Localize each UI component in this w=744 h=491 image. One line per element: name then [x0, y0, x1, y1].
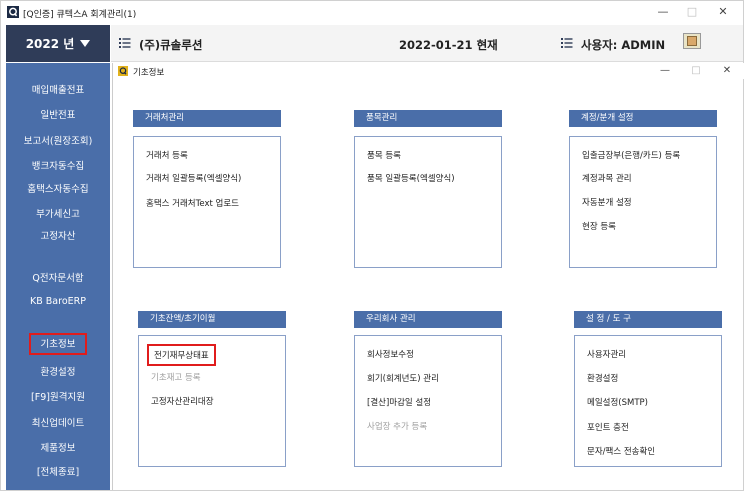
- sidebar: 매입매출전표 일반전표 보고서(원장조회) 뱅크자동수집 홈택스자동수집 부가세…: [6, 63, 110, 490]
- window-title: [Q인증] 큐텍스A 회계관리(1): [23, 10, 137, 20]
- sidebar-item-fixed-assets[interactable]: 고정자산: [6, 228, 110, 242]
- menu-mail-settings[interactable]: 메일설정(SMTP): [587, 396, 648, 408]
- inner-close-button[interactable]: ✕: [718, 64, 736, 78]
- panel-opening-balance: 전기재무상태표 기초재고 등록 고정자산관리대장: [138, 335, 286, 467]
- inner-title-bar: 기초정보 — □ ✕: [113, 63, 744, 79]
- menu-site-register[interactable]: 현장 등록: [582, 220, 616, 232]
- basic-info-window: 기초정보 — □ ✕ 거래처관리 거래처 등록 거래처 일괄등록(엑셀양식) 홈…: [112, 63, 744, 490]
- year-selector[interactable]: 2022 년: [6, 25, 110, 62]
- menu-hometax-customer-upload[interactable]: 홈택스 거래처Text 업로드: [146, 197, 239, 209]
- sidebar-item-settings[interactable]: 환경설정: [6, 364, 110, 378]
- user-profile-button[interactable]: [683, 33, 701, 49]
- title-bar: [Q인증] 큐텍스A 회계관리(1) — □ ✕: [1, 1, 743, 25]
- menu-customer-register[interactable]: 거래처 등록: [146, 149, 188, 161]
- menu-customer-bulk-register[interactable]: 거래처 일괄등록(엑셀양식): [146, 172, 241, 184]
- sidebar-item-exit-all[interactable]: [전체종료]: [6, 464, 110, 478]
- panel-header-customer: 거래처관리: [133, 110, 281, 127]
- year-label: 2022 년: [25, 37, 75, 51]
- menu-auto-journal-settings[interactable]: 자동분개 설정: [582, 196, 632, 208]
- sidebar-item-basic-info[interactable]: 기초정보: [29, 333, 87, 355]
- current-date: 2022-01-21 현재: [399, 38, 498, 52]
- sidebar-item-vat-report[interactable]: 부가세신고: [6, 206, 110, 220]
- minimize-button[interactable]: —: [653, 5, 673, 19]
- panel-customer: 거래처 등록 거래처 일괄등록(엑셀양식) 홈택스 거래처Text 업로드: [133, 136, 281, 268]
- panel-header-accounts: 계정/분개 설정: [569, 110, 717, 127]
- menu-environment-settings[interactable]: 환경설정: [587, 372, 618, 384]
- menu-closing-date-settings[interactable]: [결산]마감일 설정: [367, 396, 431, 408]
- dropdown-arrow-icon: [80, 40, 91, 47]
- panel-header-items: 품목관리: [354, 110, 502, 127]
- menu-fiscal-year-management[interactable]: 회기(회계년도) 관리: [367, 372, 439, 384]
- sidebar-item-sales-purchase-voucher[interactable]: 매입매출전표: [6, 82, 110, 96]
- menu-fixed-asset-ledger[interactable]: 고정자산관리대장: [151, 395, 214, 407]
- panel-header-company: 우리회사 관리: [354, 311, 502, 328]
- sidebar-item-e-documents[interactable]: Q전자문서함: [6, 270, 110, 284]
- sidebar-item-remote-support[interactable]: [F9]원격지원: [6, 389, 110, 403]
- sidebar-item-bank-collection[interactable]: 뱅크자동수집: [6, 158, 110, 172]
- user-label: 사용자: ADMIN: [581, 38, 666, 52]
- list-icon: [561, 38, 573, 48]
- panel-accounts: 입출금장부(은행/카드) 등록 계정과목 관리 자동분개 설정 현장 등록: [569, 136, 717, 268]
- menu-prior-balance-sheet[interactable]: 전기재무상태표: [147, 344, 216, 366]
- panel-company: 회사정보수정 회기(회계년도) 관리 [결산]마감일 설정 사업장 추가 등록: [354, 335, 502, 467]
- panel-header-opening-balance: 기초잔액/초기이월: [138, 311, 286, 328]
- menu-cashbook-register[interactable]: 입출금장부(은행/카드) 등록: [582, 149, 680, 161]
- menu-add-business-site: 사업장 추가 등록: [367, 422, 428, 432]
- menu-sms-fax-history[interactable]: 문자/팩스 전송확인: [587, 445, 655, 457]
- app-logo-icon: [118, 66, 128, 76]
- inner-maximize-button[interactable]: □: [687, 64, 705, 78]
- inner-window-title: 기초정보: [133, 68, 165, 78]
- panel-tools: 사용자관리 환경설정 메일설정(SMTP) 포인트 충전 문자/팩스 전송확인: [574, 335, 722, 467]
- menu-account-management[interactable]: 계정과목 관리: [582, 172, 632, 184]
- menu-item-register[interactable]: 품목 등록: [367, 149, 401, 161]
- app-logo-icon: [7, 6, 19, 18]
- list-icon: [119, 38, 131, 48]
- sidebar-item-product-info[interactable]: 제품정보: [6, 440, 110, 454]
- company-name: (주)큐솔루션: [139, 38, 203, 52]
- sidebar-item-reports[interactable]: 보고서(원장조회): [6, 133, 110, 147]
- menu-point-charge[interactable]: 포인트 충전: [587, 421, 629, 433]
- inner-minimize-button[interactable]: —: [656, 64, 674, 78]
- header-bar: (주)큐솔루션 2022-01-21 현재 사용자: ADMIN: [111, 25, 743, 62]
- close-button[interactable]: ✕: [713, 5, 733, 19]
- panel-items: 품목 등록 품목 일괄등록(엑셀양식): [354, 136, 502, 268]
- menu-item-bulk-register[interactable]: 품목 일괄등록(엑셀양식): [367, 172, 455, 184]
- maximize-button[interactable]: □: [682, 5, 702, 19]
- menu-company-info-edit[interactable]: 회사정보수정: [367, 348, 414, 360]
- sidebar-item-hometax-collection[interactable]: 홈택스자동수집: [6, 181, 110, 195]
- menu-user-management[interactable]: 사용자관리: [587, 348, 626, 360]
- sidebar-item-kb-baroerp[interactable]: KB BaroERP: [6, 296, 110, 307]
- menu-opening-inventory: 기초재고 등록: [151, 373, 201, 383]
- user-profile-icon: [687, 36, 697, 46]
- sidebar-item-latest-update[interactable]: 최신업데이트: [6, 415, 110, 429]
- sidebar-item-general-voucher[interactable]: 일반전표: [6, 107, 110, 121]
- panel-header-tools: 설 정 / 도 구: [574, 311, 722, 328]
- app-window: [Q인증] 큐텍스A 회계관리(1) — □ ✕ 2022 년 (주)큐솔루션 …: [0, 0, 744, 491]
